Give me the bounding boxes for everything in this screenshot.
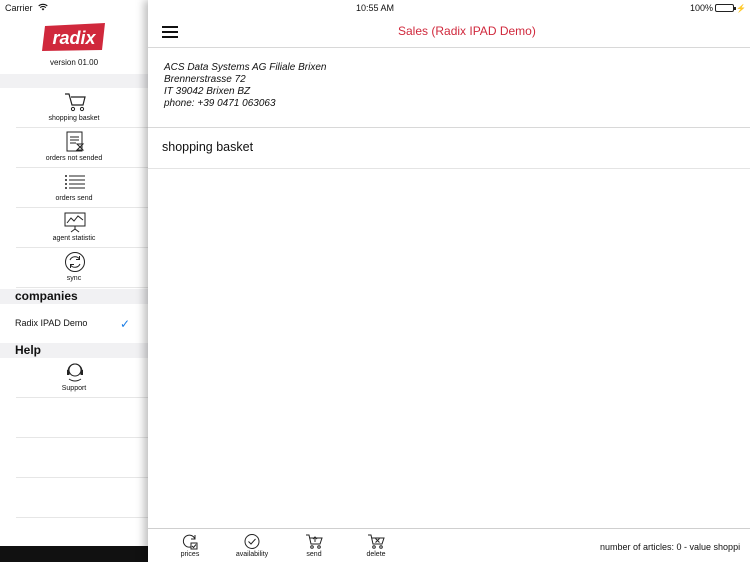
support-label: Support — [61, 385, 87, 392]
clock-label: 10:55 AM — [355, 3, 395, 13]
main-panel: Sales (Radix IPAD Demo) ACS Data Systems… — [148, 0, 750, 562]
cart-delete-icon — [367, 533, 385, 550]
check-circle-icon — [243, 533, 261, 550]
availability-button[interactable]: availability — [232, 531, 272, 561]
charging-icon: ⚡ — [736, 3, 746, 13]
divider — [148, 127, 750, 128]
bottom-toolbar: prices availability send delete number o… — [148, 528, 750, 562]
sidebar-item-label: orders not sended — [45, 155, 103, 162]
sidebar-separator — [0, 74, 148, 88]
send-button[interactable]: send — [294, 531, 334, 561]
sidebar-item-orders-send[interactable]: orders send — [16, 168, 148, 208]
sidebar-item-label: shopping basket — [48, 115, 100, 122]
prices-label: prices — [180, 551, 200, 558]
sidebar-item-support[interactable]: Support — [16, 358, 148, 398]
divider — [148, 168, 750, 169]
sidebar-item-sync[interactable]: sync — [16, 248, 148, 288]
delete-label: delete — [366, 551, 386, 558]
refresh-prices-icon — [181, 533, 199, 550]
prices-button[interactable]: prices — [170, 531, 210, 561]
sidebar-item-shopping-basket[interactable]: shopping basket — [16, 88, 148, 128]
section-title: shopping basket — [162, 140, 254, 154]
shopping-cart-icon — [63, 91, 87, 113]
battery-status: 100% ⚡ — [690, 3, 746, 13]
availability-label: availability — [235, 551, 269, 558]
statistics-chart-icon — [63, 211, 87, 233]
sidebar-item-label: orders send — [55, 195, 93, 202]
support-headset-icon — [63, 361, 87, 383]
battery-percent: 100% — [690, 3, 714, 13]
companies-header: companies — [0, 289, 148, 304]
empty-row — [16, 478, 148, 518]
sidebar-menu: shopping basket orders not sended orders… — [0, 88, 148, 288]
logo-text: radix — [52, 28, 96, 48]
menu-hamburger-icon[interactable] — [162, 25, 178, 38]
sidebar: radix version 01.00 shopping basket orde… — [0, 0, 148, 562]
checkmark-icon: ✓ — [120, 317, 131, 331]
sidebar-item-label: sync — [66, 275, 82, 282]
status-bar: Carrier 10:55 AM 100% ⚡ — [0, 0, 750, 16]
sync-icon — [63, 251, 87, 273]
address-line: IT 39042 Brixen BZ — [164, 86, 251, 97]
empty-row — [16, 398, 148, 438]
battery-icon — [715, 4, 737, 12]
help-header: Help — [0, 343, 148, 358]
company-row-radix-ipad-demo[interactable]: Radix IPAD Demo ✓ — [0, 305, 148, 343]
sidebar-item-agent-statistic[interactable]: agent statistic — [16, 208, 148, 248]
pending-orders-icon — [63, 131, 87, 153]
sidebar-item-label: agent statistic — [52, 235, 96, 242]
page-title: Sales (Radix IPAD Demo) — [398, 24, 536, 38]
nav-bar: Sales (Radix IPAD Demo) — [148, 16, 750, 48]
list-icon — [63, 171, 87, 193]
basket-status-text: number of articles: 0 - value shoppi — [600, 542, 741, 552]
address-phone: phone: +39 0471 063063 — [164, 98, 276, 109]
delete-button[interactable]: delete — [356, 531, 396, 561]
app-root: { "status_bar": { "carrier": "Carrier", … — [0, 0, 750, 562]
address-line: ACS Data Systems AG Filiale Brixen — [164, 62, 327, 73]
send-label: send — [306, 551, 322, 558]
app-version: version 01.00 — [49, 58, 99, 67]
cart-send-icon — [305, 533, 323, 550]
empty-row — [16, 438, 148, 478]
radix-logo: radix — [41, 22, 107, 52]
company-name: Radix IPAD Demo — [15, 318, 88, 328]
sidebar-footer — [0, 546, 148, 562]
company-address: ACS Data Systems AG Filiale Brixen Brenn… — [164, 62, 326, 110]
address-line: Brennerstrasse 72 — [164, 74, 246, 85]
sidebar-item-orders-not-sended[interactable]: orders not sended — [16, 128, 148, 168]
